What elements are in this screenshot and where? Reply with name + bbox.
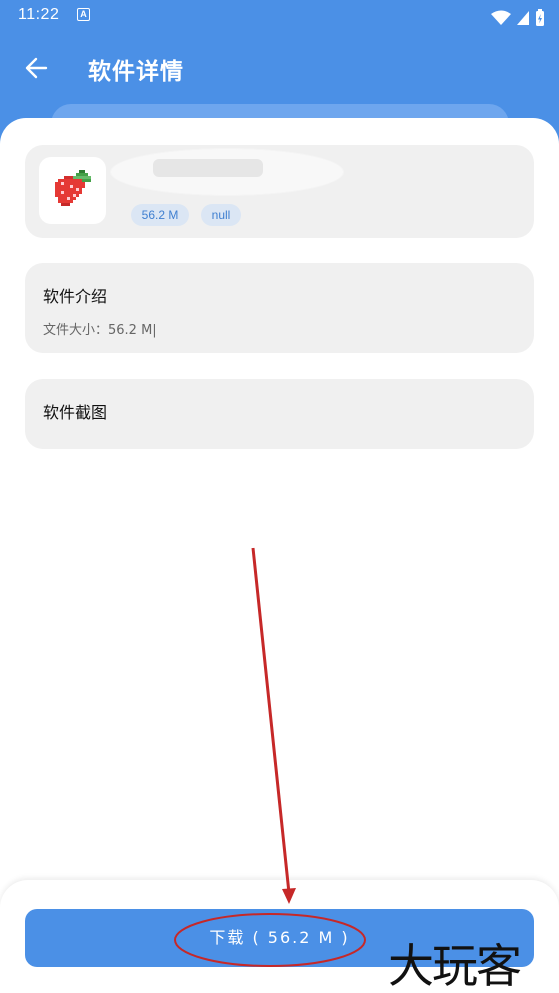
signal-icon <box>516 10 529 25</box>
watermark: 大玩客 <box>388 939 522 993</box>
file-size-text: 文件大小：56.2 M| <box>43 323 157 338</box>
status-time: 11:22 <box>18 6 60 23</box>
toolbar: 软件详情 <box>0 40 559 96</box>
strawberry-icon <box>55 170 91 206</box>
battery-icon <box>536 8 544 26</box>
arrow-left-icon <box>25 57 48 79</box>
notification-icon: A <box>77 8 90 21</box>
intro-card: 软件介绍 文件大小：56.2 M| <box>25 263 534 353</box>
intro-title: 软件介绍 <box>43 287 108 306</box>
wifi-icon <box>490 10 511 25</box>
app-name <box>153 159 263 177</box>
status-bar: 11:22 A <box>0 0 559 32</box>
content-sheet <box>0 118 559 993</box>
screenshots-title: 软件截图 <box>43 403 108 422</box>
screenshots-card: 软件截图 <box>25 379 534 449</box>
app-info-card: 56.2 M null <box>25 145 534 238</box>
size-badge: 56.2 M <box>131 204 189 226</box>
extra-badge: null <box>201 204 241 226</box>
screen: 11:22 A 软件详情 56.2 M null 软件介绍 文件大小：56.2 … <box>0 0 559 993</box>
back-button[interactable] <box>22 54 52 82</box>
status-icons <box>490 7 545 26</box>
page-title: 软件详情 <box>88 59 184 85</box>
app-icon <box>39 157 106 224</box>
